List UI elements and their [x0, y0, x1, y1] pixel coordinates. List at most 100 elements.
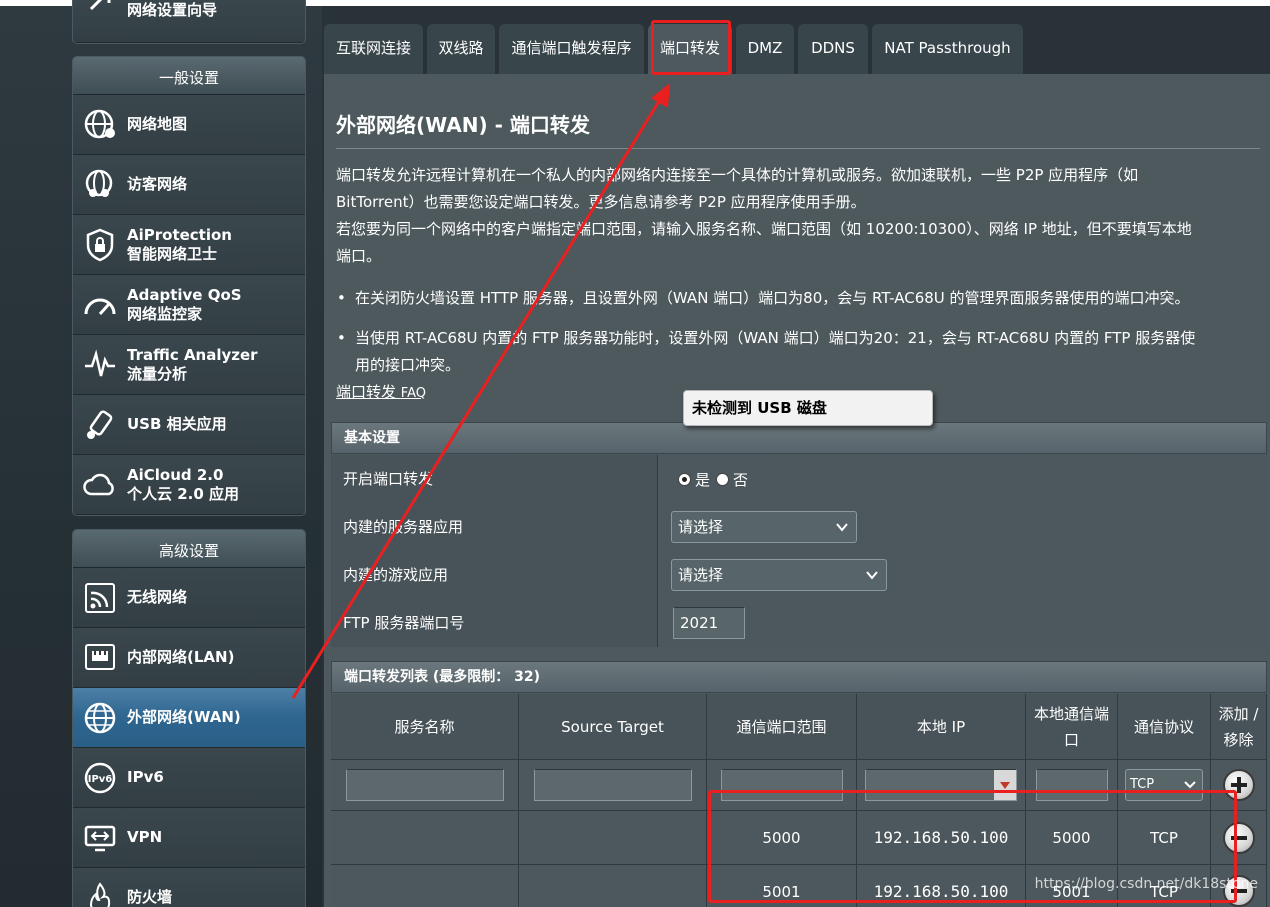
- row-local-port: 5000: [1026, 811, 1118, 865]
- new-local-port-cell: [1026, 760, 1118, 811]
- sidebar-item-label: Traffic Analyzer 流量分析: [127, 345, 258, 383]
- svg-text:IPv6: IPv6: [88, 774, 113, 785]
- new-local-ip-cell: [857, 760, 1026, 811]
- basic-settings-header: 基本设置: [331, 422, 1267, 454]
- row-source-target: [519, 811, 707, 865]
- sidebar-group-advanced: 高级设置 无线网络 内部网络(LAN) 外部网络(WAN) IPv6 IPv6 …: [72, 529, 306, 907]
- row-port-range: 5001: [707, 865, 857, 907]
- col-local-port: 本地通信端口: [1026, 694, 1118, 760]
- sidebar-item-label: AiCloud 2.0 个人云 2.0 应用: [127, 465, 240, 503]
- ftp-port-input[interactable]: 2021: [673, 607, 745, 639]
- row-local-ip: 192.168.50.100: [857, 811, 1026, 865]
- sidebar-item-wizard[interactable]: 网络设置向导: [73, 0, 305, 43]
- tab-dual-wan[interactable]: 双线路: [427, 24, 495, 74]
- sidebar-item-wan[interactable]: 外部网络(WAN): [73, 688, 305, 748]
- tab-ddns[interactable]: DDNS: [798, 24, 868, 74]
- tab-nat-passthrough[interactable]: NAT Passthrough: [872, 24, 1023, 74]
- guest-network-icon: [82, 167, 118, 203]
- faq-link[interactable]: 端口转发 FAQ: [336, 381, 426, 402]
- sidebar-item-wireless[interactable]: 无线网络: [73, 568, 305, 628]
- add-entry-button[interactable]: [1222, 769, 1255, 801]
- lan-icon: [82, 640, 118, 676]
- sidebar-item-guest-network[interactable]: 访客网络: [73, 155, 305, 215]
- sidebar-item-label: VPN: [127, 828, 163, 846]
- new-local-ip-input[interactable]: [865, 769, 1017, 801]
- description-line: 若您要为同一个网络中的客户端指定端口范围，请输入服务名称、端口范围（如 1020…: [336, 220, 1192, 238]
- tab-dmz[interactable]: DMZ: [736, 24, 794, 74]
- sidebar-item-aiprotection[interactable]: AiProtection 智能网络卫士: [73, 215, 305, 275]
- server-app-select[interactable]: 请选择: [671, 511, 857, 543]
- sidebar-item-label: Adaptive QoS 网络监控家: [127, 285, 242, 323]
- row-protocol: TCP: [1118, 811, 1211, 865]
- server-app-select-value: 请选择: [678, 518, 724, 536]
- sidebar-item-usb-apps[interactable]: USB 相关应用: [73, 395, 305, 455]
- watermark: https://blog.csdn.net/dk18stone: [1034, 876, 1258, 892]
- row-enable-port-forwarding: 开启端口转发 是 否: [331, 455, 1267, 503]
- sidebar-group-wizard: 网络设置向导: [72, 0, 306, 44]
- speedometer-icon: [82, 287, 118, 323]
- new-protocol-value: TCP: [1130, 777, 1155, 792]
- new-service-input[interactable]: [345, 769, 504, 801]
- sidebar-group-general: 一般设置 网络地图 访客网络 AiProtection 智能网络卫士 Adapti…: [72, 56, 306, 516]
- description-paragraph-2: 若您要为同一个网络中的客户端指定端口范围，请输入服务名称、端口范围（如 1020…: [336, 216, 1260, 270]
- new-source-input[interactable]: [533, 769, 692, 801]
- game-app-label: 内建的游戏应用: [331, 551, 658, 599]
- radio-no[interactable]: [716, 473, 730, 486]
- sidebar-item-label: 无线网络: [127, 588, 188, 606]
- sidebar-item-network-map[interactable]: 网络地图: [73, 95, 305, 155]
- sidebar-item-adaptive-qos[interactable]: Adaptive QoS 网络监控家: [73, 275, 305, 335]
- new-port-range-cell: [707, 760, 857, 811]
- new-protocol-select[interactable]: TCP: [1125, 769, 1203, 801]
- sidebar-item-label: IPv6: [127, 768, 164, 786]
- new-local-port-input[interactable]: [1035, 769, 1108, 801]
- row-port-range: 5000: [707, 811, 857, 865]
- usb-icon: [82, 407, 118, 443]
- shield-lock-icon: [82, 227, 118, 263]
- description-line: 端口。: [336, 247, 382, 265]
- list-new-entry-row: TCP: [331, 760, 1267, 811]
- firewall-icon: [82, 880, 118, 907]
- remove-entry-button[interactable]: [1222, 821, 1255, 854]
- sidebar-item-label: 网络地图: [127, 115, 188, 133]
- traffic-pulse-icon: [82, 347, 118, 383]
- ftp-port-value: 2021: [658, 599, 1267, 647]
- client-list-dropdown-button[interactable]: [994, 770, 1016, 800]
- tab-internet-connection[interactable]: 互联网连接: [324, 24, 423, 74]
- sidebar-item-firewall[interactable]: 防火墙: [73, 868, 305, 907]
- faq-link-suffix: FAQ: [400, 386, 426, 401]
- radio-yes[interactable]: [678, 473, 691, 486]
- tab-port-forwarding[interactable]: 端口转发: [648, 24, 732, 74]
- row-server-app: 内建的服务器应用 请选择: [331, 503, 1267, 551]
- sidebar-header-general: 一般设置: [73, 57, 305, 95]
- sidebar-item-lan[interactable]: 内部网络(LAN): [73, 628, 305, 688]
- col-add-remove: 添加 / 移除: [1211, 694, 1267, 760]
- cloud-icon: [82, 467, 118, 503]
- new-protocol-cell: TCP: [1118, 760, 1211, 811]
- col-port-range: 通信端口范围: [707, 694, 857, 760]
- sidebar-item-label: AiProtection 智能网络卫士: [127, 225, 232, 263]
- wifi-icon: [82, 580, 118, 616]
- col-protocol: 通信协议: [1118, 694, 1211, 760]
- sidebar-item-aicloud[interactable]: AiCloud 2.0 个人云 2.0 应用: [73, 455, 305, 515]
- wan-globe-icon: [82, 700, 118, 736]
- note-bullet-http: 在关闭防火墙设置 HTTP 服务器，且设置外网（WAN 端口）端口为80，会与 …: [336, 285, 1260, 312]
- sidebar-item-traffic-analyzer[interactable]: Traffic Analyzer 流量分析: [73, 335, 305, 395]
- ftp-port-label: FTP 服务器端口号: [331, 599, 658, 647]
- new-service-cell: [331, 760, 519, 811]
- sidebar-item-vpn[interactable]: VPN: [73, 808, 305, 868]
- faq-link-text: 端口转发: [336, 383, 401, 401]
- enable-port-forwarding-label: 开启端口转发: [331, 455, 658, 503]
- usb-status-tooltip: 未检测到 USB 磁盘: [683, 390, 933, 426]
- game-app-select-value: 请选择: [678, 566, 724, 584]
- col-service-name: 服务名称: [331, 694, 519, 760]
- game-app-select[interactable]: 请选择: [671, 559, 887, 591]
- sidebar-header-advanced: 高级设置: [73, 530, 305, 568]
- wizard-wrench-icon: [82, 0, 118, 20]
- sidebar-item-label: 内部网络(LAN): [127, 648, 235, 666]
- tab-port-trigger[interactable]: 通信端口触发程序: [499, 24, 644, 74]
- chevron-down-icon: [836, 512, 848, 553]
- enable-radio-group: 是 否: [678, 469, 754, 490]
- sidebar-item-ipv6[interactable]: IPv6 IPv6: [73, 748, 305, 808]
- sidebar-item-label: USB 相关应用: [127, 415, 227, 433]
- new-port-range-input[interactable]: [720, 769, 843, 801]
